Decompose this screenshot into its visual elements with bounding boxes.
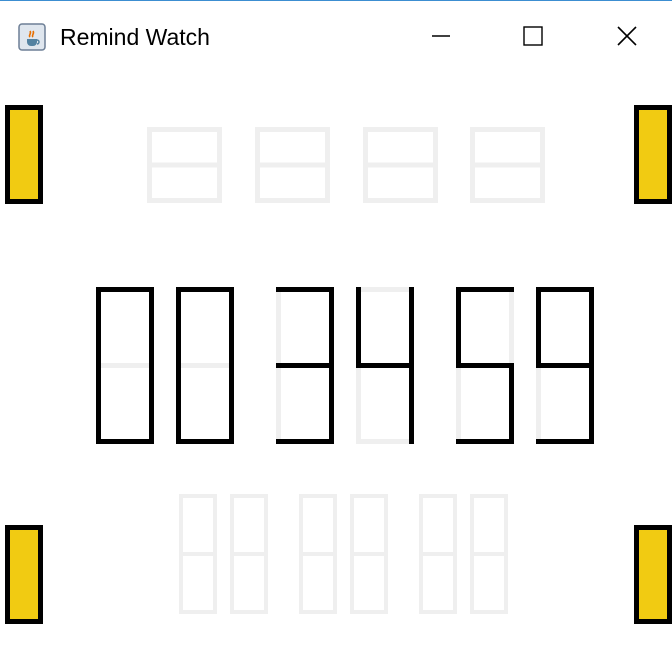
- bottom-digit-1: [179, 494, 217, 614]
- bottom-digit-3: [299, 494, 337, 614]
- main-digit-5: [456, 287, 514, 444]
- top-digit-3: [363, 127, 438, 203]
- clock-display-area: [0, 67, 672, 668]
- bottom-digit-4: [350, 494, 388, 614]
- minimize-button[interactable]: [411, 11, 471, 61]
- top-digit-1: [147, 127, 222, 203]
- main-digit-1: [96, 287, 154, 444]
- seven-segment-display: [96, 127, 594, 614]
- close-icon: [617, 26, 637, 46]
- maximize-button[interactable]: [503, 11, 563, 61]
- main-digit-2: [176, 287, 234, 444]
- main-digit-4: [356, 287, 414, 444]
- maximize-icon: [523, 26, 543, 46]
- java-cup-icon[interactable]: [18, 23, 46, 51]
- title-bar[interactable]: Remind Watch: [0, 1, 672, 67]
- main-digit-3: [276, 287, 334, 444]
- main-digit-6: [536, 287, 594, 444]
- top-digit-2: [255, 127, 330, 203]
- top-digit-4: [470, 127, 545, 203]
- close-button[interactable]: [597, 11, 657, 61]
- window-title: Remind Watch: [60, 24, 210, 50]
- minimize-icon: [432, 35, 450, 37]
- bottom-digit-6: [470, 494, 508, 614]
- bottom-digit-5: [419, 494, 457, 614]
- bottom-digit-2: [230, 494, 268, 614]
